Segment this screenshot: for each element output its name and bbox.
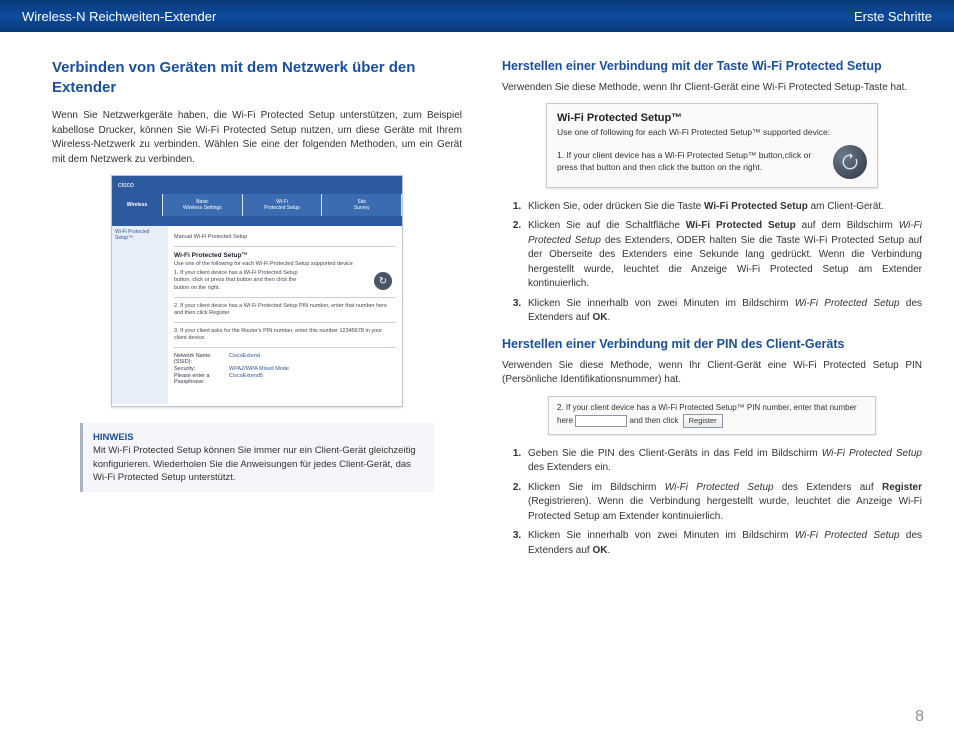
figure-divider-4 xyxy=(174,347,396,348)
snippet2-t2: and then click xyxy=(629,416,678,425)
tab-wps: Wi-FiProtected Setup xyxy=(243,194,322,216)
hinweis-text: Mit Wi-Fi Protected Setup können Sie imm… xyxy=(93,445,416,483)
snippet-row: 1. If your client device has a Wi-Fi Pro… xyxy=(557,145,867,179)
step-item: Geben Sie die PIN des Client-Geräts in d… xyxy=(524,447,922,476)
header-right: Erste Schritte xyxy=(854,9,932,24)
document-page: Wireless-N Reichweiten-Extender Erste Sc… xyxy=(0,0,954,738)
wps-icon xyxy=(833,145,867,179)
figure-divider-3 xyxy=(174,322,396,323)
steps-list-2: Geben Sie die PIN des Client-Geräts in d… xyxy=(502,447,922,559)
header-left: Wireless-N Reichweiten-Extender xyxy=(22,9,216,24)
snippet-text: 1. If your client device has a Wi-Fi Pro… xyxy=(557,150,823,173)
figure-brand-bar: cisco xyxy=(112,176,402,194)
left-column: Verbinden von Geräten mit dem Netzwerk ü… xyxy=(52,58,462,568)
steps-list-1: Klicken Sie, oder drücken Sie die Taste … xyxy=(502,200,922,326)
figure-mode-row: Manual Wi-Fi Protected Setup xyxy=(174,234,396,241)
p1: Verwenden Sie diese Methode, wenn Ihr Cl… xyxy=(502,81,922,96)
figure-panel-title: Wi-Fi Protected Setup™ xyxy=(174,252,396,259)
tab-survey: SiteSurvey xyxy=(322,194,401,216)
figure-subbar xyxy=(112,216,402,226)
figure-info-row: Security:WPA2/WPA Mixed Mode xyxy=(174,366,396,372)
router-ui-figure: cisco Wireless BasicWireless Settings Wi… xyxy=(111,175,403,407)
page-number: 8 xyxy=(915,708,924,726)
hinweis-box: HINWEIS Mit Wi-Fi Protected Setup können… xyxy=(80,423,434,492)
figure-step1: 1. If your client device has a Wi-Fi Pro… xyxy=(174,270,304,291)
figure-divider xyxy=(174,246,396,247)
hinweis-label: HINWEIS xyxy=(93,432,134,443)
brand-label: cisco xyxy=(118,182,134,189)
tab-basic: BasicWireless Settings xyxy=(163,194,242,216)
tab-wireless: Wireless xyxy=(112,194,162,216)
p2: Verwenden Sie diese Methode, wenn Ihr Cl… xyxy=(502,359,922,388)
intro-paragraph: Wenn Sie Netzwerkgeräte haben, die Wi-Fi… xyxy=(52,109,462,167)
figure-info-row: Please enter a Passphrase:CiscoExtend5 xyxy=(174,373,396,385)
wps-icon: ↻ xyxy=(374,272,392,290)
snippet-wps-button: Wi-Fi Protected Setup™ Use one of follow… xyxy=(546,103,878,187)
sub-title-1: Herstellen einer Verbindung mit der Tast… xyxy=(502,58,922,75)
step-item: Klicken Sie innerhalb von zwei Minuten i… xyxy=(524,297,922,326)
snippet-pin: 2. If your client device has a Wi-Fi Pro… xyxy=(548,396,876,435)
figure-body: Wi-Fi Protected Setup™ Manual Wi-Fi Prot… xyxy=(112,226,402,404)
section-title: Verbinden von Geräten mit dem Netzwerk ü… xyxy=(52,58,462,97)
step-item: Klicken Sie auf die Schaltfläche Wi-Fi P… xyxy=(524,219,922,292)
step-item: Klicken Sie, oder drücken Sie die Taste … xyxy=(524,200,922,215)
register-button: Register xyxy=(683,414,723,428)
page-header: Wireless-N Reichweiten-Extender Erste Sc… xyxy=(0,0,954,32)
step-item: Klicken Sie innerhalb von zwei Minuten i… xyxy=(524,529,922,558)
figure-tabs: Wireless BasicWireless Settings Wi-FiPro… xyxy=(112,194,402,216)
snippet-line: Use one of following for each Wi-Fi Prot… xyxy=(557,127,867,138)
content-area: Verbinden von Geräten mit dem Netzwerk ü… xyxy=(0,32,954,568)
figure-main: Manual Wi-Fi Protected Setup Wi-Fi Prote… xyxy=(168,226,402,404)
right-column: Herstellen einer Verbindung mit der Tast… xyxy=(502,58,922,568)
figure-step3: 3. If your client asks for the Router's … xyxy=(174,328,396,342)
sub-title-2: Herstellen einer Verbindung mit der PIN … xyxy=(502,336,922,353)
figure-divider-2 xyxy=(174,297,396,298)
figure-info-row: Network Name (SSID):CiscoExtend xyxy=(174,353,396,365)
pin-input xyxy=(575,415,627,427)
step-item: Klicken Sie im Bildschirm Wi-Fi Protecte… xyxy=(524,481,922,525)
figure-sidebar: Wi-Fi Protected Setup™ xyxy=(112,226,168,404)
snippet-title: Wi-Fi Protected Setup™ xyxy=(557,112,867,124)
figure-step2: 2. If your client device has a Wi-Fi Pro… xyxy=(174,303,396,317)
figure-panel-sub: Use one of the following for each Wi-Fi … xyxy=(174,261,396,268)
